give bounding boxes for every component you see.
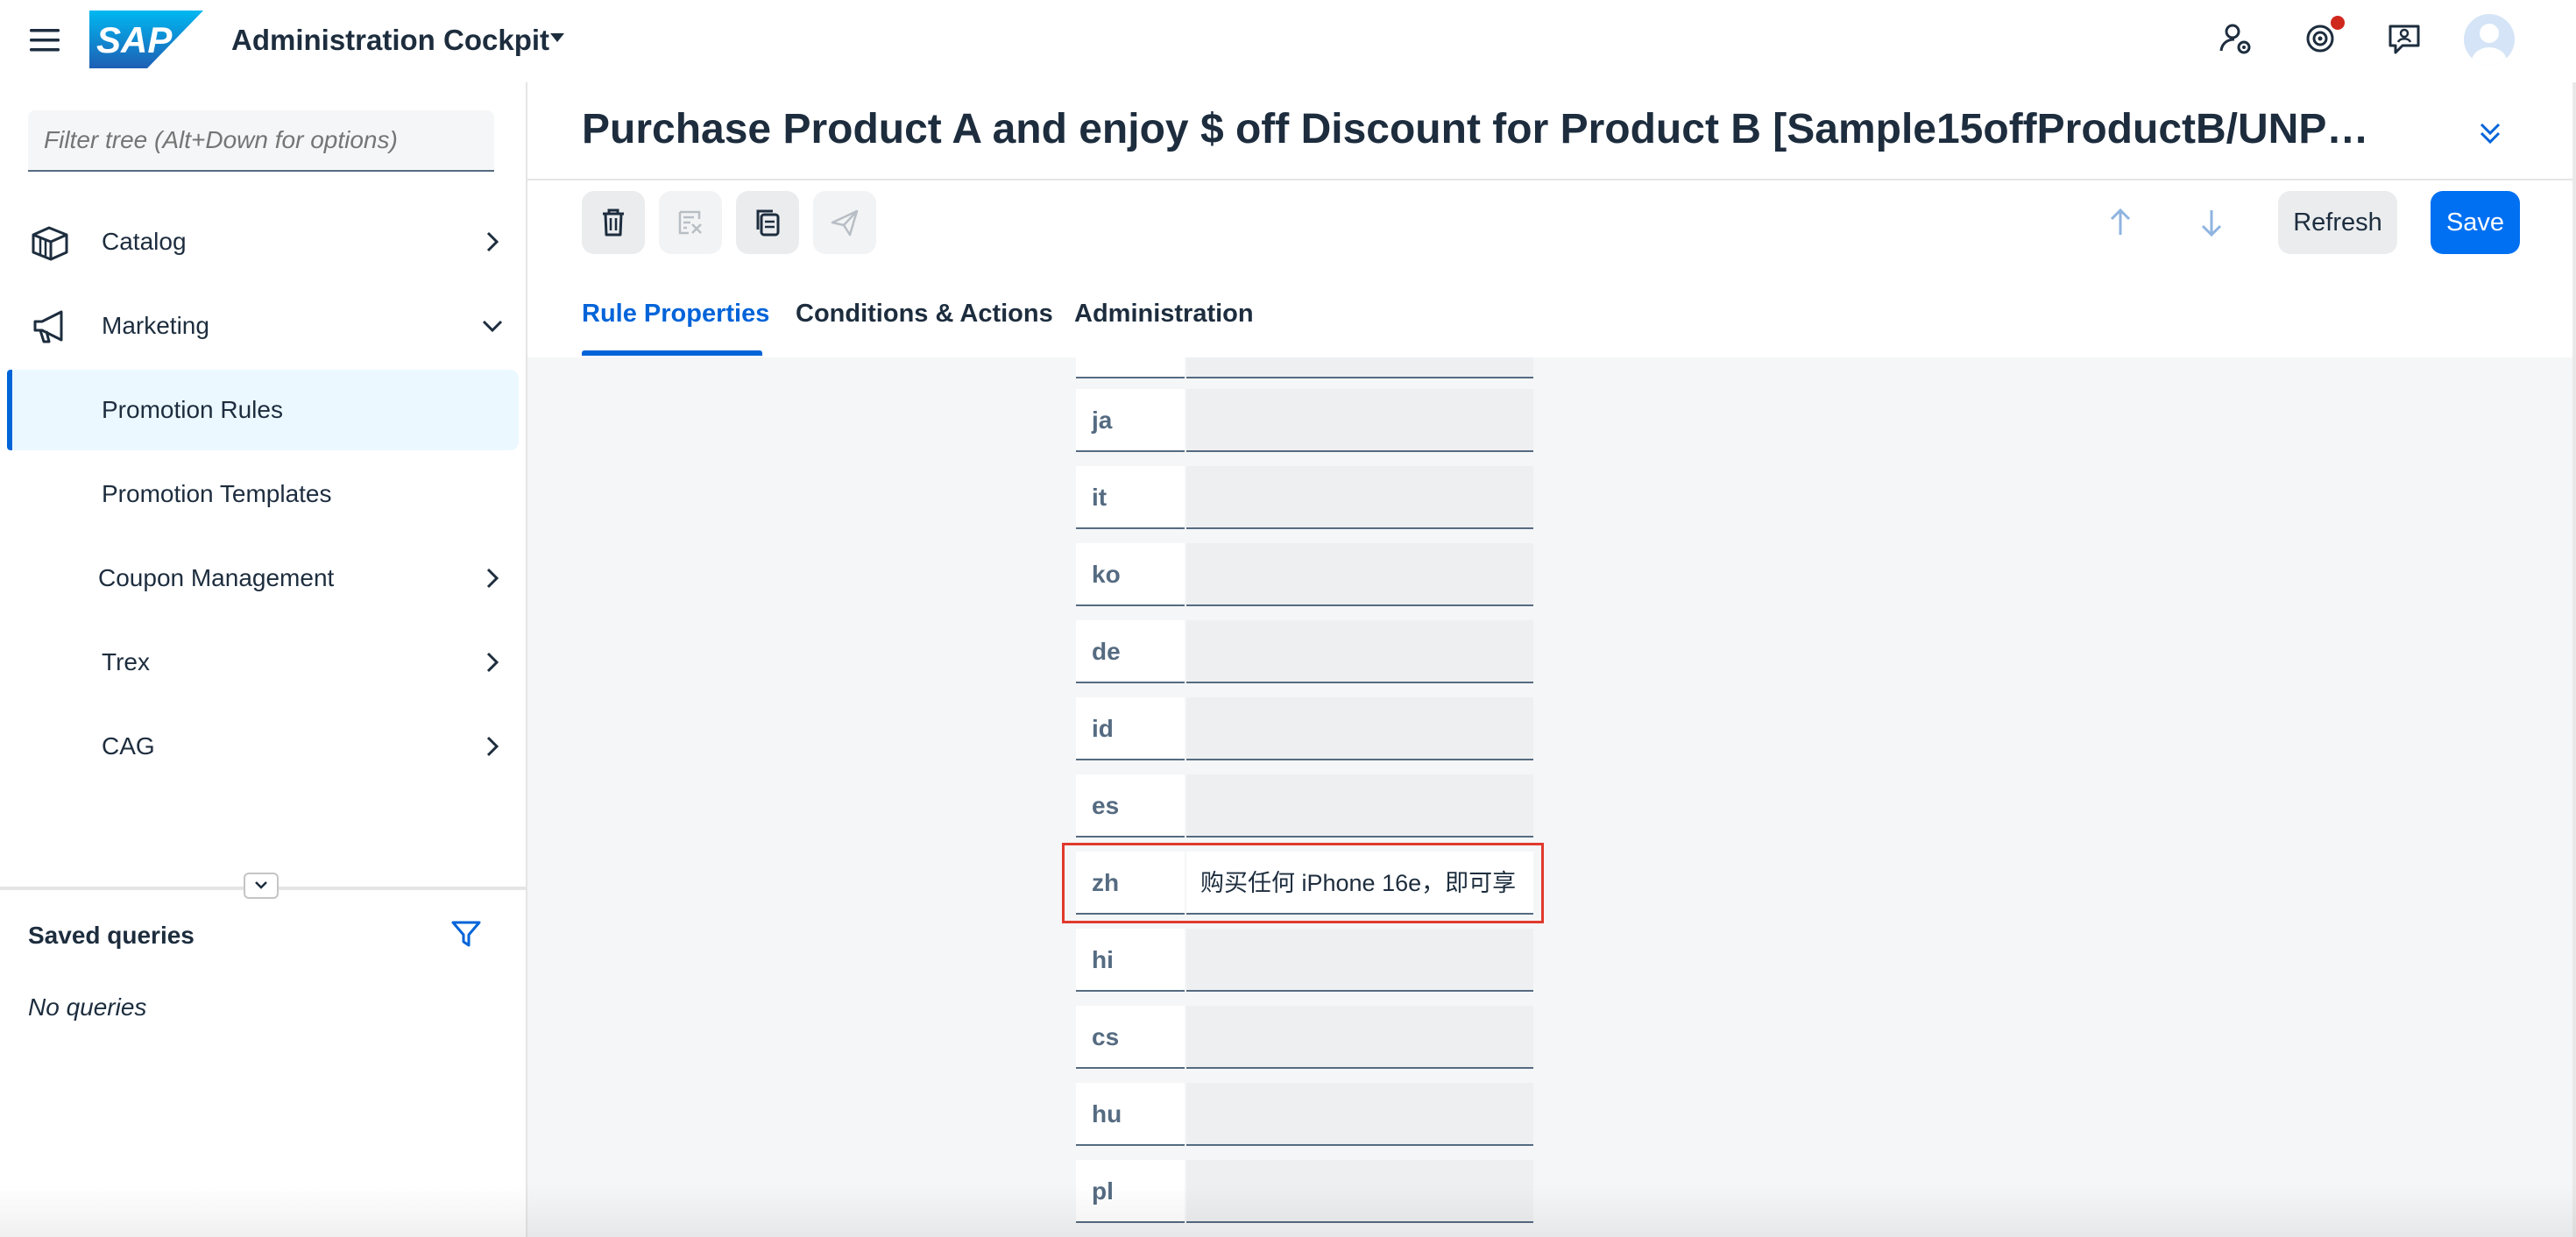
language-code: cs: [1076, 1006, 1185, 1069]
sidebar-item-cag[interactable]: CAG: [7, 706, 519, 787]
splitter-collapse-button[interactable]: [244, 873, 279, 899]
chevron-right-icon: [486, 231, 499, 252]
sidebar-item-trex[interactable]: Trex: [7, 622, 519, 703]
copy-icon: [756, 209, 780, 237]
language-code: zh: [1076, 852, 1185, 915]
language-row: cs: [1076, 1006, 1533, 1069]
language-row: pl: [1076, 1160, 1533, 1223]
notification-dot: [2331, 16, 2345, 30]
delete-button[interactable]: [582, 191, 645, 254]
tab-bar: Rule Properties Conditions & Actions Adm…: [527, 266, 2576, 357]
chat-icon[interactable]: [2383, 18, 2425, 60]
filter-tree-input[interactable]: [28, 110, 494, 172]
language-input[interactable]: [1186, 697, 1533, 760]
language-input[interactable]: [1186, 774, 1533, 838]
chevron-down-icon: [482, 320, 503, 333]
paper-plane-icon: [831, 209, 859, 237]
language-code: de: [1076, 620, 1185, 683]
saved-queries-title: Saved queries: [28, 922, 195, 949]
duplicate-button[interactable]: [736, 191, 799, 254]
tab-administration[interactable]: Administration: [1074, 298, 1254, 329]
sidebar-item-label: Promotion Rules: [102, 396, 283, 423]
language-row: zh 购买任何 iPhone 16e，即可享: [1076, 852, 1533, 915]
language-code: ja: [1076, 389, 1185, 452]
language-row: hi: [1076, 929, 1533, 992]
filter-icon[interactable]: [449, 916, 484, 951]
chevron-right-icon: [486, 652, 499, 673]
language-input[interactable]: [1186, 466, 1533, 529]
language-row: id: [1076, 697, 1533, 760]
catalog-icon: [32, 226, 68, 261]
sidebar-item-label: Coupon Management: [98, 564, 335, 591]
language-input[interactable]: [1186, 357, 1533, 378]
sidebar-item-promotion-rules[interactable]: Promotion Rules: [7, 370, 519, 450]
trash-icon: [603, 209, 624, 237]
caret-down-icon[interactable]: [548, 32, 566, 44]
language-row: de: [1076, 620, 1533, 683]
language-code: [1076, 357, 1185, 378]
sidebar-item-label: Promotion Templates: [102, 480, 332, 507]
user-avatar-icon: [2472, 24, 2507, 65]
language-row: ja: [1076, 389, 1533, 452]
avatar[interactable]: [2464, 14, 2515, 65]
language-input[interactable]: [1186, 1160, 1533, 1223]
language-code: ko: [1076, 543, 1185, 606]
chevron-down-icon: [255, 881, 267, 889]
language-code: it: [1076, 466, 1185, 529]
language-input[interactable]: [1186, 1006, 1533, 1069]
svg-text:SAP: SAP: [96, 19, 173, 60]
language-code: es: [1076, 774, 1185, 838]
language-row: [1076, 357, 1533, 378]
chevron-right-icon: [486, 568, 499, 589]
sap-logo[interactable]: SAP: [89, 11, 203, 68]
language-row: hu: [1076, 1083, 1533, 1146]
language-row: es: [1076, 774, 1533, 838]
sidebar-item-label: Marketing: [102, 312, 209, 339]
language-input[interactable]: [1186, 543, 1533, 606]
object-page-header: Purchase Product A and enjoy $ off Disco…: [527, 82, 2576, 180]
language-code: id: [1076, 697, 1185, 760]
clear-button[interactable]: [659, 191, 722, 254]
sidebar-item-promotion-templates[interactable]: Promotion Templates: [7, 454, 519, 534]
sidebar-item-label: CAG: [102, 732, 155, 760]
active-tab-indicator: [582, 350, 762, 356]
sidebar-item-label: Trex: [102, 648, 150, 675]
language-code: hu: [1076, 1083, 1185, 1146]
language-code: pl: [1076, 1160, 1185, 1223]
sidebar-item-coupon-management[interactable]: Coupon Management: [7, 538, 519, 618]
expand-header-icon[interactable]: [2473, 116, 2508, 151]
language-input[interactable]: [1186, 620, 1533, 683]
menu-icon[interactable]: [26, 21, 65, 60]
language-row: it: [1076, 466, 1533, 529]
language-input[interactable]: 购买任何 iPhone 16e，即可享: [1186, 852, 1533, 915]
publish-button[interactable]: [813, 191, 876, 254]
chevron-right-icon: [486, 736, 499, 757]
sidebar: Catalog Marketing Promotion Rules Promot…: [0, 82, 527, 1237]
megaphone-icon: [33, 310, 63, 343]
sidebar-item-catalog[interactable]: Catalog: [7, 201, 519, 282]
language-row: ko: [1076, 543, 1533, 606]
sidebar-item-label: Catalog: [102, 228, 187, 255]
rule-properties-content: ja it ko de id es zh 购买任何 iPhone 16e，即可享…: [527, 357, 2574, 1237]
save-button[interactable]: Save: [2431, 191, 2520, 254]
toolbar: Refresh Save: [527, 180, 2576, 266]
language-input[interactable]: [1186, 1083, 1533, 1146]
window-edge: [2572, 82, 2576, 1237]
user-settings-icon[interactable]: [2215, 18, 2257, 60]
language-code: hi: [1076, 929, 1185, 992]
refresh-button[interactable]: Refresh: [2278, 191, 2397, 254]
arrow-down-icon[interactable]: [2192, 203, 2231, 242]
clear-list-icon: [678, 210, 702, 235]
no-queries-text: No queries: [28, 993, 147, 1021]
sidebar-item-marketing[interactable]: Marketing: [7, 286, 519, 366]
shell-bar: SAP Administration Cockpit: [0, 0, 2576, 84]
tab-conditions-actions[interactable]: Conditions & Actions: [796, 298, 1053, 329]
page-title: Purchase Product A and enjoy $ off Disco…: [582, 106, 2387, 152]
language-input[interactable]: [1186, 389, 1533, 452]
app-title[interactable]: Administration Cockpit: [231, 21, 549, 60]
language-input[interactable]: [1186, 929, 1533, 992]
tab-rule-properties[interactable]: Rule Properties: [582, 298, 769, 329]
arrow-up-icon[interactable]: [2101, 203, 2140, 242]
